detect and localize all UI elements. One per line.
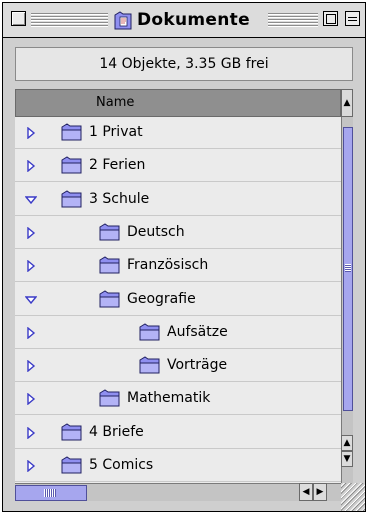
triangle-down-icon[interactable]: [25, 194, 37, 206]
folder-icon: [61, 456, 82, 474]
title-bar[interactable]: Dokumente: [3, 3, 365, 38]
info-bar: 14 Objekte, 3.35 GB frei: [15, 47, 353, 81]
list-item-label: 4 Briefe: [89, 423, 144, 440]
list-item-label: 1 Privat: [89, 124, 143, 140]
folder-icon: [61, 423, 82, 441]
folder-icon: [99, 256, 120, 274]
column-header-label: Name: [96, 95, 135, 110]
close-box-button[interactable]: [11, 11, 26, 26]
folder-icon: [61, 190, 82, 208]
list-item[interactable]: 1 Privat: [15, 117, 341, 149]
list-item-label: Mathematik: [127, 390, 211, 407]
triangle-right-icon[interactable]: [25, 160, 37, 173]
folder-icon: [99, 223, 120, 241]
triangle-right-icon[interactable]: [25, 360, 37, 373]
triangle-right-icon[interactable]: [25, 426, 37, 439]
folder-icon: [99, 389, 120, 407]
list-item[interactable]: Mathematik: [15, 383, 341, 416]
zoom-box-button[interactable]: [323, 11, 338, 26]
scroll-up-button[interactable]: ▲: [341, 435, 353, 451]
triangle-right-icon[interactable]: [25, 127, 37, 139]
list-item[interactable]: 2 Ferien: [15, 150, 341, 183]
triangle-right-icon[interactable]: [25, 460, 37, 472]
list-item-label: Vorträge: [167, 357, 228, 374]
window-title: Dokumente: [108, 7, 256, 33]
window-title-text: Dokumente: [137, 10, 250, 30]
horizontal-scrollbar[interactable]: [15, 483, 341, 501]
list-item[interactable]: Vorträge: [15, 350, 341, 383]
scroll-left-button[interactable]: ◀: [299, 483, 313, 501]
sort-direction-button[interactable]: ▲: [341, 89, 353, 117]
list-item-label: 2 Ferien: [89, 157, 146, 174]
triangle-right-icon[interactable]: [25, 226, 37, 239]
horizontal-scroll-thumb[interactable]: [15, 485, 87, 501]
triangle-right-icon[interactable]: [25, 260, 37, 273]
scroll-right-button[interactable]: ▶: [313, 483, 327, 501]
vertical-scrollbar[interactable]: [341, 117, 353, 483]
triangle-right-icon[interactable]: [25, 326, 37, 339]
folder-icon: [139, 323, 160, 341]
list-item[interactable]: 4 Briefe: [15, 417, 341, 449]
triangle-right-icon[interactable]: [25, 393, 37, 406]
list-item[interactable]: 5 Comics: [15, 450, 341, 482]
list-item-label: Französisch: [127, 257, 209, 274]
resize-grow-box[interactable]: [341, 483, 365, 511]
collapse-box-button[interactable]: [345, 11, 360, 26]
scroll-grip-icon: [345, 264, 351, 272]
column-header-name[interactable]: Name: [15, 89, 341, 117]
list-item[interactable]: Aufsätze: [15, 317, 341, 349]
list-item[interactable]: Französisch: [15, 250, 341, 283]
triangle-down-icon[interactable]: [25, 294, 37, 306]
list-item-label: 3 Schule: [89, 190, 150, 207]
list-item-label: 5 Comics: [89, 457, 154, 473]
folder-icon: [99, 289, 120, 307]
list-item[interactable]: Geografie: [15, 284, 341, 316]
finder-window: Dokumente 14 Objekte, 3.35 GB frei Name …: [2, 2, 366, 512]
scroll-down-button[interactable]: ▼: [341, 451, 353, 467]
list-item-label: Geografie: [127, 290, 196, 307]
list-item-label: Aufsätze: [167, 323, 228, 340]
vertical-scroll-thumb[interactable]: [343, 127, 353, 411]
folder-icon: [61, 123, 82, 141]
title-stripes-left: [31, 12, 111, 28]
scroll-grip-icon: [44, 489, 56, 497]
folder-icon: [61, 156, 82, 174]
list-item[interactable]: Deutsch: [15, 217, 341, 249]
file-list: 1 Privat 2 Ferien 3 Schule Deutsch Französis…: [15, 117, 341, 483]
title-stripes-right: [268, 12, 318, 28]
folder-icon: [139, 356, 160, 374]
documents-folder-icon: [114, 11, 132, 30]
list-item-label: Deutsch: [127, 223, 185, 240]
list-item[interactable]: 3 Schule: [15, 184, 341, 216]
